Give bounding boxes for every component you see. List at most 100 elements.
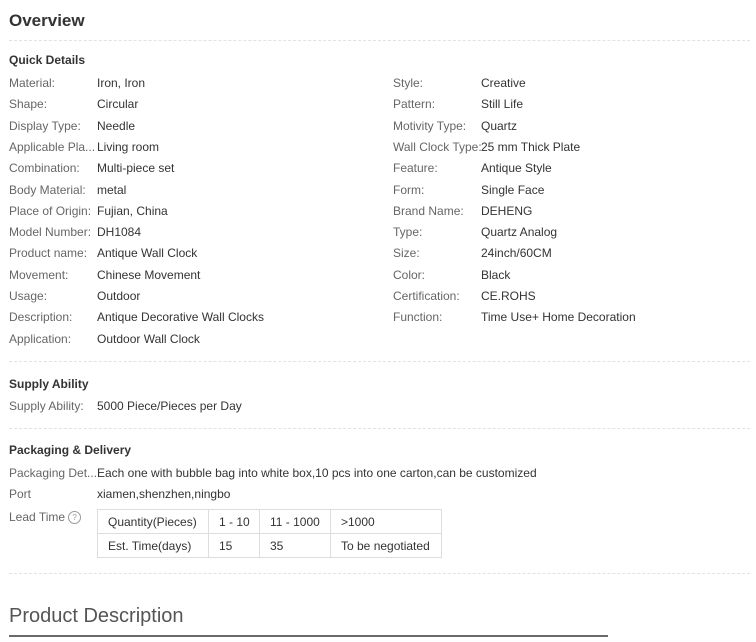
quick-detail-row: Applicable Pla... Living room	[9, 139, 369, 155]
detail-value: Antique Style	[481, 161, 552, 175]
quick-detail-row: Display Type: Needle	[9, 118, 369, 134]
lead-time-label: Lead Time	[9, 510, 66, 524]
detail-label: Style:	[393, 76, 424, 90]
quick-detail-row: Combination: Multi-piece set	[9, 160, 369, 176]
quick-detail-row: Style: Creative	[393, 75, 753, 91]
detail-label: Model Number:	[9, 225, 92, 239]
detail-value: Iron, Iron	[97, 76, 146, 90]
overview-title: Overview	[9, 11, 85, 30]
detail-value: Single Face	[481, 183, 545, 197]
detail-value: DH1084	[97, 225, 142, 239]
detail-value: Quartz Analog	[481, 225, 558, 239]
quick-detail-row: Body Material: metal	[9, 182, 369, 198]
help-icon[interactable]: ?	[68, 511, 82, 524]
detail-label: Size:	[393, 246, 420, 260]
divider	[9, 40, 750, 41]
detail-value: CE.ROHS	[481, 289, 536, 303]
port-value: xiamen,shenzhen,ningbo	[97, 487, 231, 501]
packaging-details-label: Packaging Det...	[9, 466, 97, 480]
detail-value: Needle	[97, 119, 136, 133]
quick-detail-row: Wall Clock Type: 25 mm Thick Plate	[393, 139, 753, 155]
port-label: Port	[9, 487, 32, 501]
detail-label: Material:	[9, 76, 56, 90]
detail-value: Multi-piece set	[97, 161, 175, 175]
quick-detail-row: Size: 24inch/60CM	[393, 245, 753, 261]
table-cell: 15	[208, 533, 260, 558]
supply-ability-label: Supply Ability:	[9, 399, 84, 413]
detail-value: 25 mm Thick Plate	[481, 140, 581, 154]
quick-detail-row: Certification: CE.ROHS	[393, 288, 753, 304]
detail-value: Antique Wall Clock	[97, 246, 198, 260]
detail-label: Place of Origin:	[9, 204, 92, 218]
quick-detail-row: Application: Outdoor Wall Clock	[9, 331, 369, 347]
detail-label: Product name:	[9, 246, 88, 260]
detail-label: Motivity Type:	[393, 119, 467, 133]
quick-detail-row: Usage: Outdoor	[9, 288, 369, 304]
quick-detail-row: Color: Black	[393, 267, 753, 283]
detail-label: Color:	[393, 268, 426, 282]
detail-value: Living room	[97, 140, 160, 154]
detail-label: Display Type:	[9, 119, 81, 133]
table-row: Est. Time(days) 15 35 To be negotiated	[97, 533, 442, 558]
quick-detail-row: Motivity Type: Quartz	[393, 118, 753, 134]
quick-detail-row: Feature: Antique Style	[393, 160, 753, 176]
detail-label: Pattern:	[393, 97, 436, 111]
detail-label: Shape:	[9, 97, 48, 111]
detail-value: Fujian, China	[97, 204, 168, 218]
packaging-delivery-title: Packaging & Delivery	[9, 443, 132, 457]
port-row: Port xiamen,shenzhen,ningbo	[9, 486, 409, 502]
detail-label: Movement:	[9, 268, 69, 282]
detail-value: Chinese Movement	[97, 268, 201, 282]
quick-detail-row: Model Number: DH1084	[9, 224, 369, 240]
detail-value: Still Life	[481, 97, 524, 111]
detail-value: DEHENG	[481, 204, 533, 218]
detail-value: Outdoor Wall Clock	[97, 332, 200, 346]
quick-detail-row: Movement: Chinese Movement	[9, 267, 369, 283]
divider	[9, 573, 750, 574]
packaging-details-row: Packaging Det... Each one with bubble ba…	[9, 465, 709, 481]
quick-detail-row: Material: Iron, Iron	[9, 75, 369, 91]
detail-value: metal	[97, 183, 127, 197]
detail-label: Applicable Pla...	[9, 140, 96, 154]
detail-value: Black	[481, 268, 511, 282]
detail-label: Brand Name:	[393, 204, 464, 218]
title-underline	[9, 635, 608, 637]
quick-detail-row: Form: Single Face	[393, 182, 753, 198]
supply-ability-value: 5000 Piece/Pieces per Day	[97, 399, 242, 413]
quick-detail-row: Place of Origin: Fujian, China	[9, 203, 369, 219]
quick-detail-row: Product name: Antique Wall Clock	[9, 245, 369, 261]
detail-value: Quartz	[481, 119, 518, 133]
detail-label: Form:	[393, 183, 425, 197]
divider	[9, 361, 750, 362]
table-cell: 11 - 1000	[259, 509, 331, 534]
detail-label: Wall Clock Type:	[393, 140, 481, 154]
lead-time-row: Lead Time?	[9, 509, 97, 525]
table-cell: 1 - 10	[208, 509, 260, 534]
table-cell: Est. Time(days)	[97, 533, 209, 558]
detail-value: Antique Decorative Wall Clocks	[97, 310, 264, 324]
detail-label: Combination:	[9, 161, 80, 175]
quick-detail-row: Function: Time Use+ Home Decoration	[393, 309, 753, 325]
quick-details-title: Quick Details	[9, 53, 86, 67]
lead-time-table: Quantity(Pieces) 1 - 10 11 - 1000 >1000 …	[97, 509, 442, 558]
product-description-title: Product Description	[9, 605, 184, 627]
detail-label: Type:	[393, 225, 423, 239]
quick-detail-row: Brand Name: DEHENG	[393, 203, 753, 219]
table-cell: To be negotiated	[330, 533, 442, 558]
detail-label: Application:	[9, 332, 72, 346]
table-cell: Quantity(Pieces)	[97, 509, 209, 534]
packaging-details-value: Each one with bubble bag into white box,…	[97, 466, 537, 480]
supply-ability-title: Supply Ability	[9, 377, 89, 391]
detail-value: Creative	[481, 76, 526, 90]
detail-label: Description:	[9, 310, 73, 324]
detail-value: Time Use+ Home Decoration	[481, 310, 636, 324]
detail-value: 24inch/60CM	[481, 246, 552, 260]
detail-label: Function:	[393, 310, 443, 324]
quick-detail-row: Shape: Circular	[9, 96, 369, 112]
detail-label: Certification:	[393, 289, 460, 303]
divider	[9, 428, 750, 429]
detail-label: Usage:	[9, 289, 48, 303]
table-cell: >1000	[330, 509, 442, 534]
table-row: Quantity(Pieces) 1 - 10 11 - 1000 >1000	[97, 509, 442, 534]
quick-detail-row: Type: Quartz Analog	[393, 224, 753, 240]
